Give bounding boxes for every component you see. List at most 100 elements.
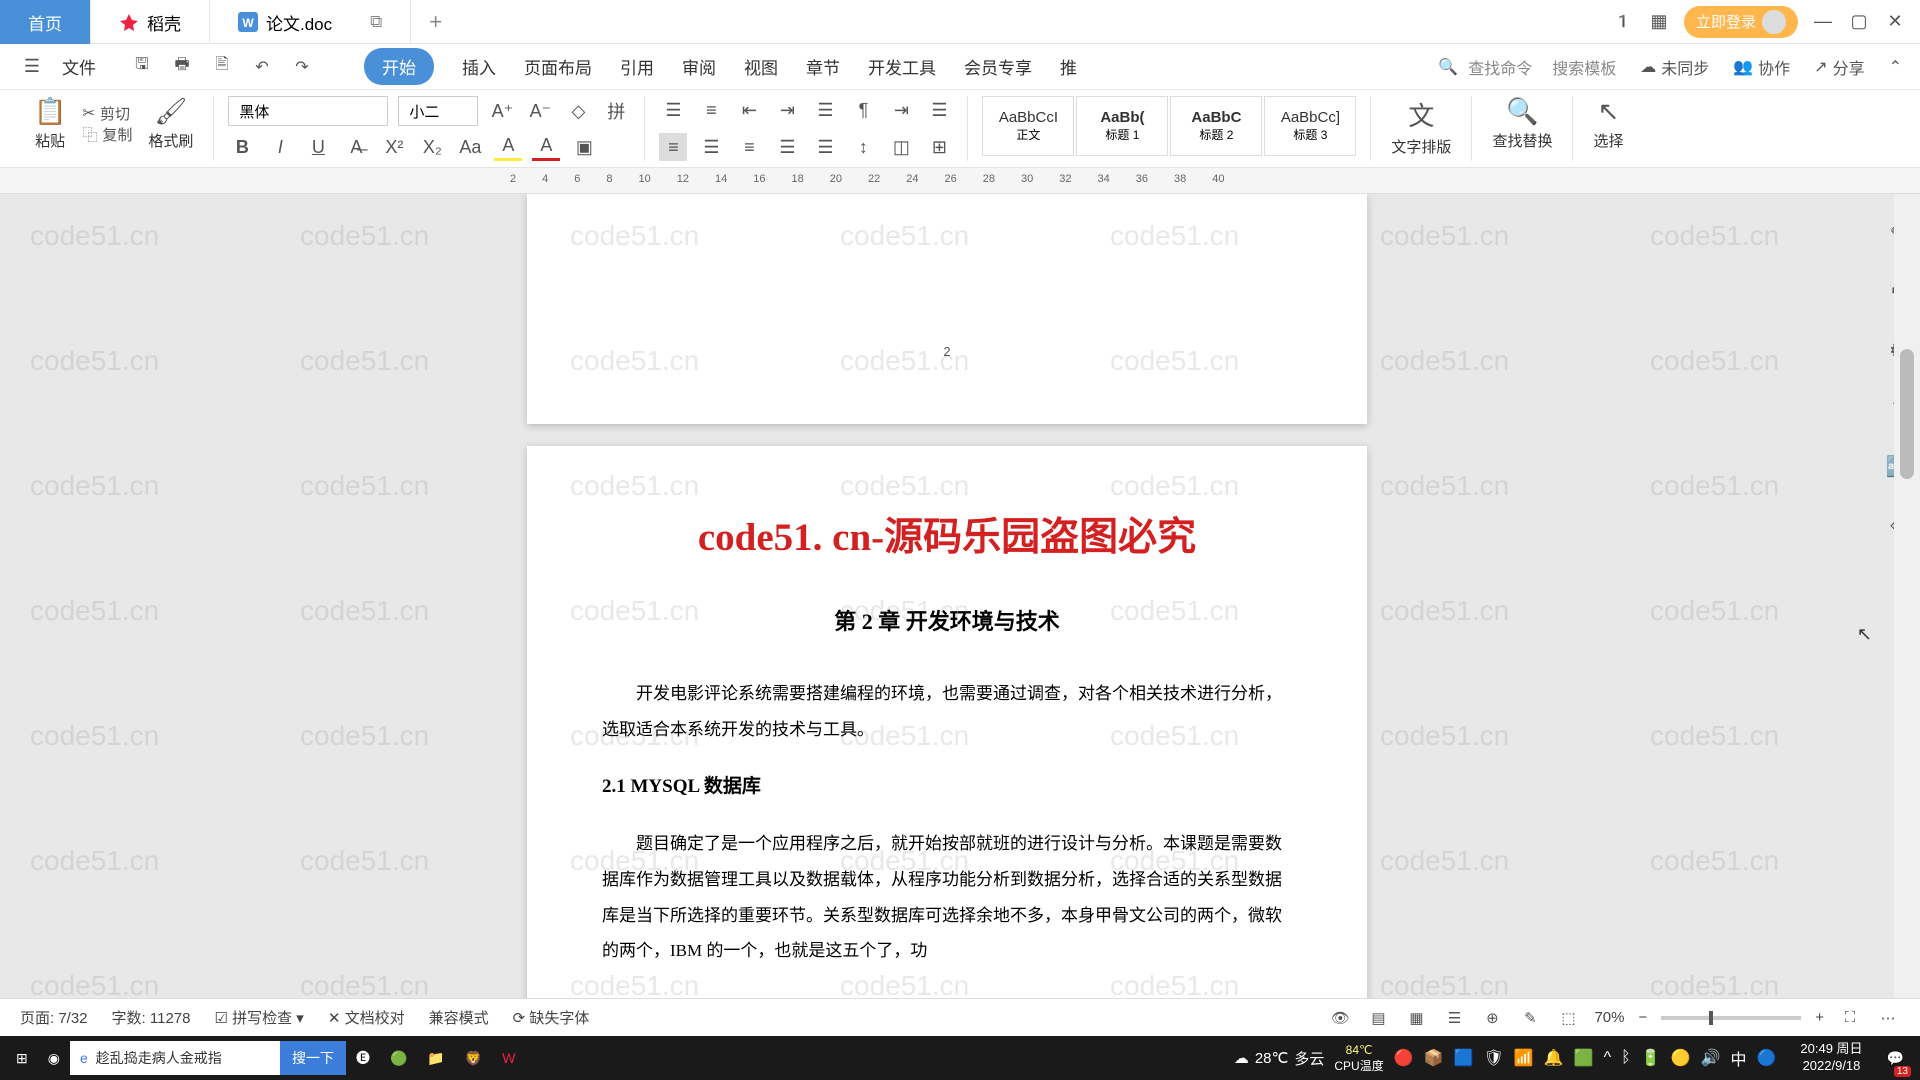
weblayout-icon[interactable]: ⊕ xyxy=(1480,1006,1504,1030)
new-tab-button[interactable]: + xyxy=(411,0,460,43)
numbering-icon[interactable]: ≡ xyxy=(697,96,725,124)
taskbar-clock[interactable]: 20:49 周日2022/9/18 xyxy=(1786,1041,1876,1075)
tab-devtools[interactable]: 开发工具 xyxy=(868,48,936,85)
taskbar-search-button[interactable]: 搜一下 xyxy=(280,1041,346,1075)
vertical-scrollbar[interactable] xyxy=(1894,194,1920,1036)
line-spacing-icon[interactable]: ↕ xyxy=(849,133,877,161)
find-replace-button[interactable]: 🔍查找替换 xyxy=(1486,96,1558,151)
taskbar-search[interactable]: e趁乱捣走病人金戒指 xyxy=(70,1041,280,1075)
document-area[interactable]: 2 code51. cn-源码乐园盗图必究 第 2 章 开发环境与技术 开发电影… xyxy=(0,194,1894,1036)
copy-button[interactable]: ⿻ 复制 xyxy=(82,124,132,145)
tab-home[interactable]: 首页 xyxy=(0,0,91,44)
grow-font-icon[interactable]: A⁺ xyxy=(488,97,516,125)
volume-icon[interactable]: 🔊 xyxy=(1701,1048,1721,1068)
style-heading1[interactable]: AaBb(标题 1 xyxy=(1076,96,1168,156)
show-marks-icon[interactable]: ¶ xyxy=(849,96,877,124)
tray-icon[interactable]: 🟦 xyxy=(1454,1048,1474,1068)
menu-icon[interactable]: ☰ xyxy=(18,53,46,81)
format-painter-button[interactable]: 🖌 格式刷 xyxy=(142,96,199,151)
text-layout-button[interactable]: 文文字排版 xyxy=(1385,96,1457,157)
tray-icon[interactable]: 🟡 xyxy=(1671,1048,1691,1068)
nvidia-icon[interactable]: 🟩 xyxy=(1574,1048,1594,1068)
char-border-icon[interactable]: ▣ xyxy=(570,133,598,161)
tray-icon[interactable]: 📦 xyxy=(1424,1048,1444,1068)
more-icon[interactable]: ⋯ xyxy=(1876,1006,1900,1030)
indent-icon[interactable]: ⇥ xyxy=(773,96,801,124)
change-case-icon[interactable]: Aa xyxy=(456,133,484,161)
font-color-icon[interactable]: A xyxy=(532,133,560,161)
tab-daoke[interactable]: 稻壳 xyxy=(91,0,210,44)
more-para-icon[interactable]: ☰ xyxy=(925,96,953,124)
print-icon[interactable]: 🖶 xyxy=(170,55,194,79)
scroll-thumb[interactable] xyxy=(1900,349,1914,479)
tab-sections[interactable]: 章节 xyxy=(806,48,840,85)
printlayout-icon[interactable]: ▦ xyxy=(1404,1006,1428,1030)
cpu-temp-widget[interactable]: 84℃CPU温度 xyxy=(1334,1043,1383,1074)
tab-stops-icon[interactable]: ⇥ xyxy=(887,96,915,124)
tab-review[interactable]: 审阅 xyxy=(682,48,716,85)
tab-document[interactable]: W 论文.doc ⧉ xyxy=(210,0,411,44)
align-right-icon[interactable]: ≡ xyxy=(735,133,763,161)
notification-center[interactable]: 💬13 xyxy=(1877,1036,1914,1080)
unsync-link[interactable]: ☁ 未同步 xyxy=(1640,55,1709,79)
fullscreen-icon[interactable]: ⛶ xyxy=(1838,1006,1862,1030)
close-button[interactable]: ✕ xyxy=(1884,11,1906,33)
word-count[interactable]: 字数: 11278 xyxy=(112,1007,191,1028)
highlight-color-icon[interactable]: A xyxy=(494,133,522,161)
style-heading3[interactable]: AaBbCc]标题 3 xyxy=(1264,96,1356,156)
sort-icon[interactable]: ☰ xyxy=(811,96,839,124)
zoom-slider[interactable] xyxy=(1661,1016,1801,1020)
page-indicator[interactable]: 页面: 7/32 xyxy=(20,1007,88,1028)
font-family-combo[interactable]: 黑体 xyxy=(228,96,388,126)
zoom-in-button[interactable]: + xyxy=(1815,1009,1824,1026)
file-menu[interactable]: 文件 xyxy=(50,54,108,79)
zoom-level[interactable]: 70% xyxy=(1594,1009,1624,1026)
task-view-icon[interactable]: ◉ xyxy=(38,1036,70,1080)
maximize-button[interactable]: ▢ xyxy=(1848,11,1870,33)
justify-icon[interactable]: ☰ xyxy=(773,133,801,161)
outline-icon[interactable]: ☰ xyxy=(1442,1006,1466,1030)
window-number-icon[interactable]: 1️ xyxy=(1612,11,1634,33)
italic-button[interactable]: I xyxy=(266,133,294,161)
shading-icon[interactable]: ◫ xyxy=(887,133,915,161)
bold-button[interactable]: B xyxy=(228,133,256,161)
explorer-icon[interactable]: 📁 xyxy=(417,1036,454,1080)
outdent-icon[interactable]: ⇤ xyxy=(735,96,763,124)
ribbon-expand-icon[interactable]: ⌃ xyxy=(1889,57,1902,77)
wifi-icon[interactable]: 📶 xyxy=(1514,1048,1534,1068)
align-center-icon[interactable]: ☰ xyxy=(697,133,725,161)
undo-icon[interactable]: ↶ xyxy=(250,55,274,79)
zoom-out-button[interactable]: − xyxy=(1638,1009,1647,1026)
tab-view[interactable]: 视图 xyxy=(744,48,778,85)
bullets-icon[interactable]: ☰ xyxy=(659,96,687,124)
borders-icon[interactable]: ⊞ xyxy=(925,133,953,161)
coop-link[interactable]: 👥 协作 xyxy=(1733,55,1790,79)
strike-button[interactable]: A̶ xyxy=(342,133,370,161)
tray-icon[interactable]: 🛡 xyxy=(1484,1048,1504,1068)
align-left-icon[interactable]: ≡ xyxy=(659,133,687,161)
paste-button[interactable]: 📋 粘贴 xyxy=(28,96,72,151)
edit-icon[interactable]: ✎ xyxy=(1518,1006,1542,1030)
missing-fonts[interactable]: ⟳ 缺失字体 xyxy=(513,1007,590,1028)
chevron-up-icon[interactable]: ^ xyxy=(1604,1049,1612,1067)
tray-icon[interactable]: 🔴 xyxy=(1394,1048,1414,1068)
tab-insert[interactable]: 插入 xyxy=(462,48,496,85)
tab-start[interactable]: 开始 xyxy=(364,48,434,85)
browser-icon[interactable]: 🟢 xyxy=(380,1036,417,1080)
ime-indicator[interactable]: 中 xyxy=(1730,1046,1746,1070)
battery-icon[interactable]: 🔋 xyxy=(1641,1048,1661,1068)
command-search[interactable]: 🔍 查找命令 搜索模板 xyxy=(1438,55,1616,79)
horizontal-ruler[interactable]: 246810121416182022242628303234363840 xyxy=(0,168,1920,194)
bluetooth-icon[interactable]: ᛒ xyxy=(1621,1049,1631,1067)
redo-icon[interactable]: ↷ xyxy=(290,55,314,79)
tray-icon[interactable]: 🔵 xyxy=(1756,1048,1776,1068)
phonetic-icon[interactable]: 拼 xyxy=(602,97,630,125)
tab-pagelayout[interactable]: 页面布局 xyxy=(524,48,592,85)
share-link[interactable]: ↗ 分享 xyxy=(1814,55,1864,79)
readmode-icon[interactable]: ▤ xyxy=(1366,1006,1390,1030)
system-tray[interactable]: 🔴 📦 🟦 🛡 📶 🔔 🟩 ^ ᛒ 🔋 🟡 🔊 中 🔵 xyxy=(1384,1046,1787,1070)
proofread-button[interactable]: ✕ 文档校对 xyxy=(328,1007,405,1028)
style-gallery[interactable]: AaBbCcI正文 AaBb(标题 1 AaBbC标题 2 AaBbCc]标题 … xyxy=(982,96,1356,156)
wps-icon[interactable]: W xyxy=(492,1036,525,1080)
print-preview-icon[interactable]: 🖹 xyxy=(210,55,234,79)
